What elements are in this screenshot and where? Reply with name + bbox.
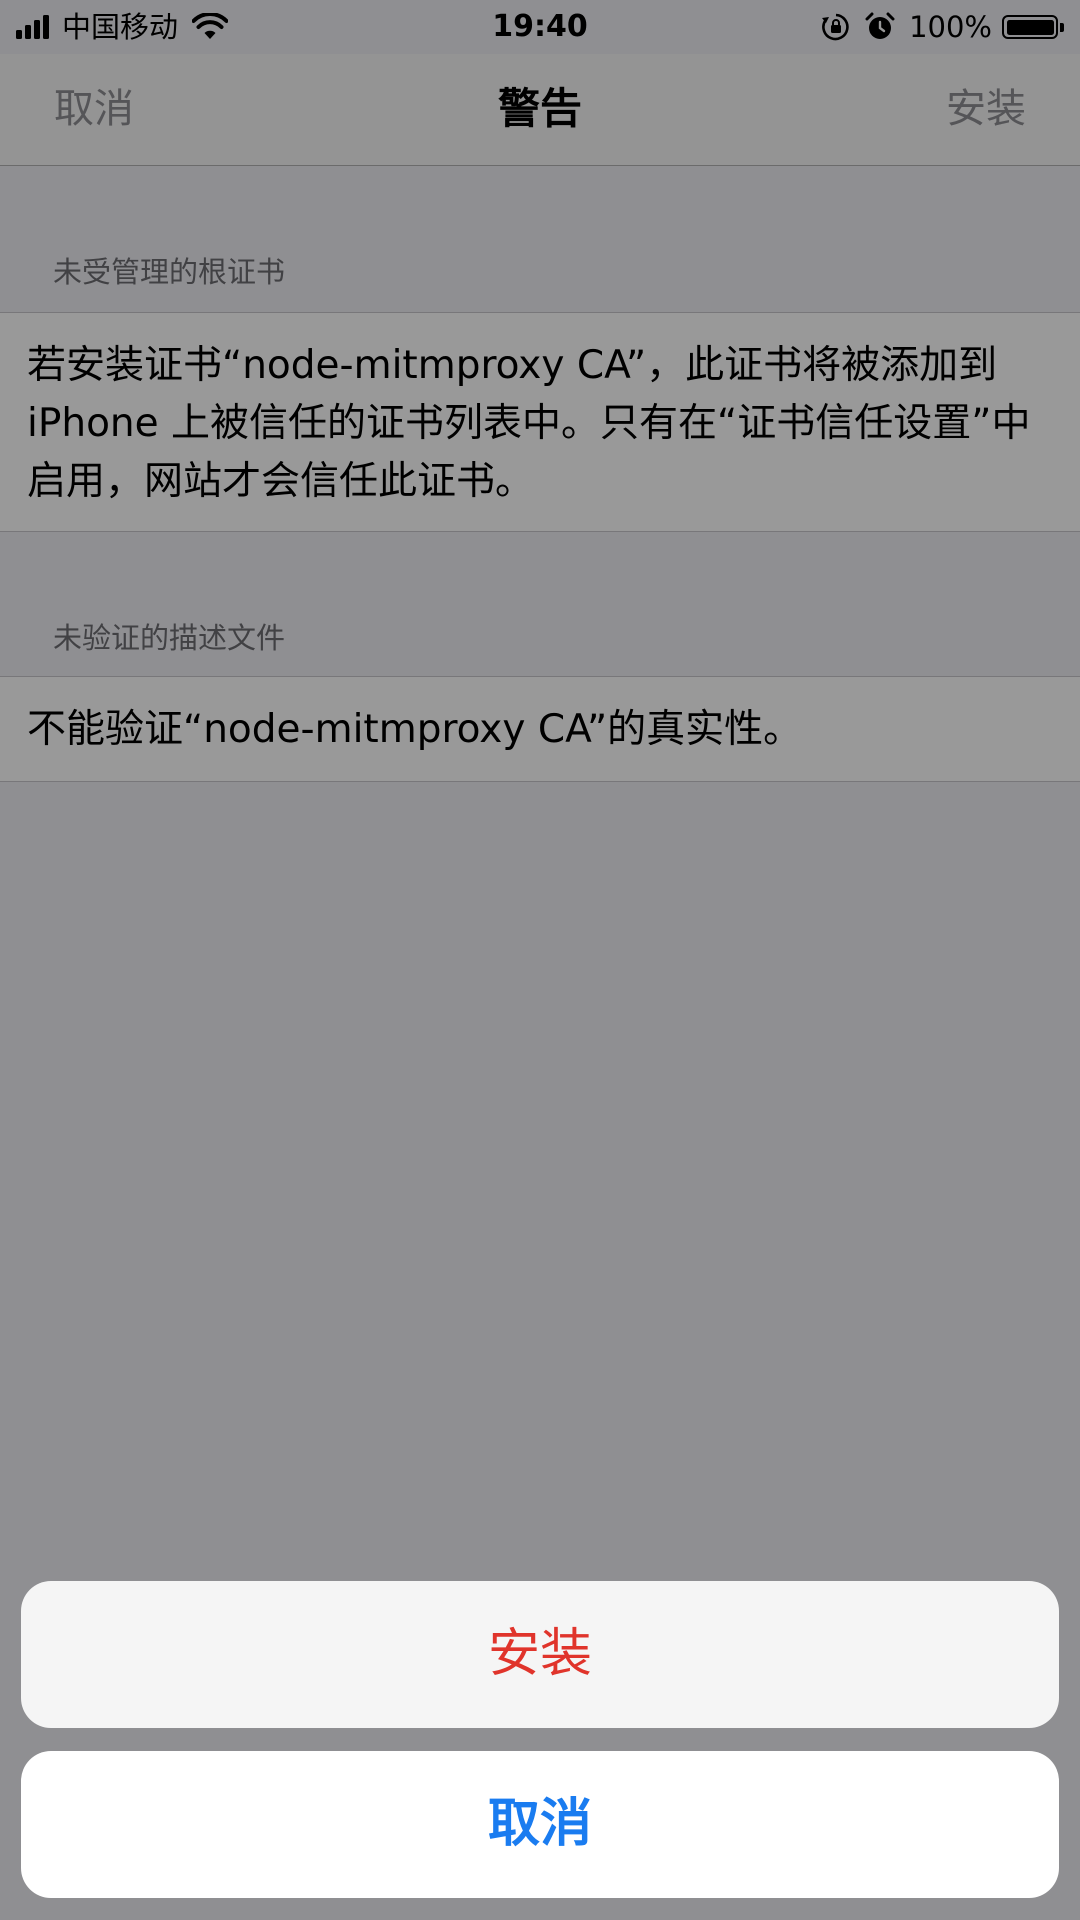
action-sheet-group: 安装 xyxy=(21,1581,1059,1728)
action-sheet-cancel-group: 取消 xyxy=(21,1751,1059,1898)
action-install-button[interactable]: 安装 xyxy=(21,1581,1059,1728)
action-cancel-button[interactable]: 取消 xyxy=(21,1751,1059,1898)
